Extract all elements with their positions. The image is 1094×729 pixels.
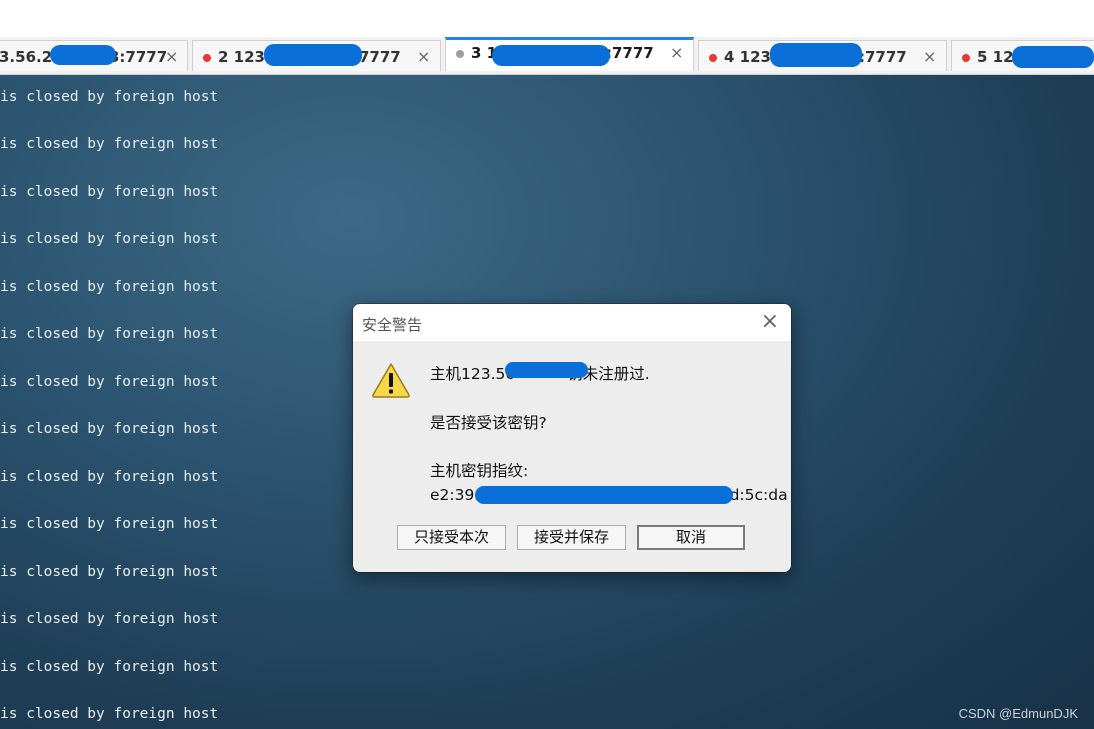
watermark: CSDN @EdmunDJK (958, 706, 1078, 721)
close-icon[interactable]: × (670, 43, 683, 62)
security-warning-dialog: 安全警告 × 主机123.56 钥未注册过. 是否接受该密钥? 主机密钥指纹: e… (353, 304, 791, 572)
host-prefix: 主机123.56 (430, 365, 516, 383)
close-icon[interactable]: × (417, 47, 430, 66)
close-icon[interactable]: × (761, 309, 779, 334)
dialog-title: 安全警告 (362, 316, 423, 334)
status-dot-icon (203, 54, 211, 62)
warning-icon (372, 363, 410, 398)
session-tab-bar: 3.56.2 3:7777 × 2 123 :7777 × 3 12 :7777… (0, 37, 1094, 75)
terminal-line: is closed by foreign host (0, 184, 219, 200)
redaction-mark (492, 45, 610, 66)
redaction-mark (475, 486, 733, 504)
close-icon[interactable]: × (923, 47, 936, 66)
tab-label: 3.56.2 (0, 48, 53, 66)
status-dot-icon (962, 54, 970, 62)
terminal-line: is closed by foreign host (0, 326, 219, 342)
terminal-line: is closed by foreign host (0, 706, 219, 722)
terminal-line: is closed by foreign host (0, 659, 219, 675)
terminal-line: is closed by foreign host (0, 374, 219, 390)
terminal-line: is closed by foreign host (0, 564, 219, 580)
status-dot-icon (456, 50, 464, 58)
tab-port: :7777 (606, 44, 654, 62)
accept-question: 是否接受该密钥? (430, 414, 547, 432)
close-icon[interactable]: × (165, 47, 178, 66)
terminal-line: is closed by foreign host (0, 231, 219, 247)
terminal-line: is closed by foreign host (0, 611, 219, 627)
redaction-mark (50, 45, 116, 65)
fingerprint-label: 主机密钥指纹: (430, 462, 529, 480)
status-dot-icon (709, 54, 717, 62)
dialog-title-bar: 安全警告 × (353, 304, 791, 341)
tab-label: 5 12 (977, 48, 1014, 66)
terminal-line: is closed by foreign host (0, 89, 219, 105)
accept-and-save-button[interactable]: 接受并保存 (517, 525, 626, 550)
tab-label: 4 123 (724, 48, 771, 66)
tab-port: :7777 (859, 48, 907, 66)
fingerprint-suffix: d:5c:da (729, 486, 788, 504)
top-strip (0, 0, 1094, 37)
redaction-mark (770, 43, 862, 67)
accept-once-button[interactable]: 只接受本次 (397, 525, 506, 550)
redaction-mark (264, 44, 362, 66)
terminal-line: is closed by foreign host (0, 279, 219, 295)
terminal-line: is closed by foreign host (0, 136, 219, 152)
redaction-mark (505, 362, 588, 378)
cancel-button[interactable]: 取消 (637, 525, 745, 550)
redaction-mark (1012, 46, 1094, 68)
terminal-line: is closed by foreign host (0, 516, 219, 532)
fingerprint-prefix: e2:39: (430, 486, 480, 504)
tab-port: 3:7777 (109, 48, 168, 66)
terminal-line: is closed by foreign host (0, 421, 219, 437)
tab-label: 2 123 (218, 48, 265, 66)
terminal-line: is closed by foreign host (0, 469, 219, 485)
